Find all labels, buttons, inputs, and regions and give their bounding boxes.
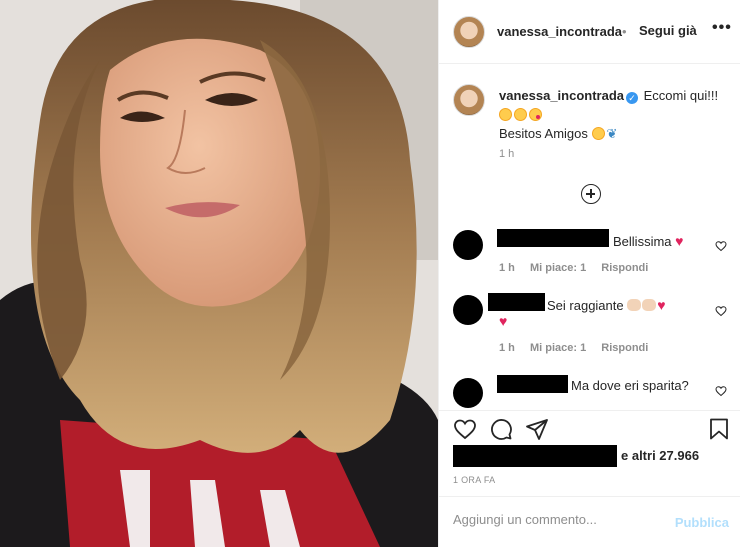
heart-icon[interactable] bbox=[715, 240, 727, 252]
portrait-image bbox=[0, 0, 438, 547]
redacted-username bbox=[497, 229, 609, 247]
post-photo[interactable] bbox=[0, 0, 438, 547]
heart-icon[interactable] bbox=[715, 305, 727, 317]
comment-text: Bellissima ♥ bbox=[613, 233, 683, 250]
redacted-username bbox=[488, 293, 545, 311]
verified-badge-icon: ✓ bbox=[626, 92, 639, 104]
comment-meta: 1 h Mi piace: 1 Rispondi bbox=[499, 342, 660, 354]
comment-avatar[interactable] bbox=[453, 295, 483, 325]
caption-text: vanessa_incontrada ✓ Eccomi qui!!! Besito… bbox=[499, 86, 729, 143]
comment-icon[interactable] bbox=[489, 417, 513, 441]
caption-line-2: Besitos Amigos bbox=[499, 126, 588, 141]
comment-avatar[interactable] bbox=[453, 378, 483, 408]
clap-emoji-icon bbox=[627, 299, 642, 311]
caption-username[interactable]: vanessa_incontrada bbox=[499, 88, 624, 103]
more-icon[interactable]: ••• bbox=[712, 19, 732, 37]
likes-summary: e altri 27.966 bbox=[453, 445, 733, 467]
publish-button[interactable]: Pubblica bbox=[675, 515, 729, 530]
post-header: vanessa_incontrada • Segui già ••• bbox=[439, 0, 740, 64]
reply-button[interactable]: Rispondi bbox=[601, 262, 648, 274]
smile-emoji-icon bbox=[591, 127, 605, 140]
post-action-bar bbox=[439, 410, 740, 446]
comment-text: Ma dove eri sparita? bbox=[571, 378, 689, 394]
heart-icon[interactable] bbox=[453, 417, 477, 441]
comment-text-continued: ♥ bbox=[499, 313, 507, 330]
comment-text: Sei raggiante ♥ bbox=[547, 297, 697, 314]
bookmark-icon[interactable] bbox=[707, 417, 731, 441]
reply-button[interactable]: Rispondi bbox=[601, 342, 648, 354]
comment-likes[interactable]: Mi piace: 1 bbox=[530, 342, 586, 354]
redacted-liker bbox=[453, 445, 617, 467]
clap-emoji-icon bbox=[642, 299, 657, 311]
blush-emoji-icon bbox=[514, 108, 527, 121]
post-side-panel: vanessa_incontrada • Segui già ••• vanes… bbox=[438, 0, 740, 547]
comment-time[interactable]: 1 h bbox=[499, 342, 515, 354]
header-username[interactable]: vanessa_incontrada bbox=[497, 24, 622, 39]
comment-text-body: Bellissima bbox=[613, 234, 672, 249]
comment-text-body: Ma dove eri sparita? bbox=[571, 378, 689, 393]
caption-line-1: Eccomi qui!!! bbox=[643, 88, 719, 103]
caption-avatar[interactable] bbox=[453, 84, 485, 116]
instagram-post-modal: vanessa_incontrada • Segui già ••• vanes… bbox=[0, 0, 740, 547]
red-heart-emoji-icon: ♥ bbox=[499, 313, 508, 329]
header-separator: • bbox=[622, 24, 627, 39]
avatar[interactable] bbox=[453, 16, 485, 48]
smile-emoji-icon bbox=[499, 108, 512, 121]
add-comment-bar: Pubblica bbox=[439, 496, 740, 547]
red-heart-emoji-icon: ♥ bbox=[675, 233, 684, 249]
paper-plane-icon[interactable] bbox=[525, 417, 549, 441]
comment-text-body: Sei raggiante bbox=[547, 298, 624, 313]
caption-time[interactable]: 1 h bbox=[499, 148, 514, 160]
heart-icon[interactable] bbox=[715, 385, 727, 397]
comment-likes[interactable]: Mi piace: 1 bbox=[530, 262, 586, 274]
post-timestamp[interactable]: 1 ORA FA bbox=[453, 475, 495, 485]
comment-meta: 1 h Mi piace: 1 Rispondi bbox=[499, 262, 660, 274]
butterfly-emoji-icon: ❦ bbox=[606, 126, 618, 141]
redacted-username bbox=[497, 375, 568, 393]
likes-count[interactable]: e altri 27.966 bbox=[621, 448, 699, 463]
comment-item: Ma dove eri sparita? bbox=[453, 374, 740, 410]
kiss-emoji-icon bbox=[529, 108, 542, 121]
comment-avatar[interactable] bbox=[453, 230, 483, 260]
following-button[interactable]: Segui già bbox=[639, 23, 697, 38]
plus-circle-icon[interactable] bbox=[581, 184, 601, 204]
comment-input[interactable] bbox=[453, 512, 663, 527]
comment-time[interactable]: 1 h bbox=[499, 262, 515, 274]
red-heart-emoji-icon: ♥ bbox=[657, 297, 666, 313]
